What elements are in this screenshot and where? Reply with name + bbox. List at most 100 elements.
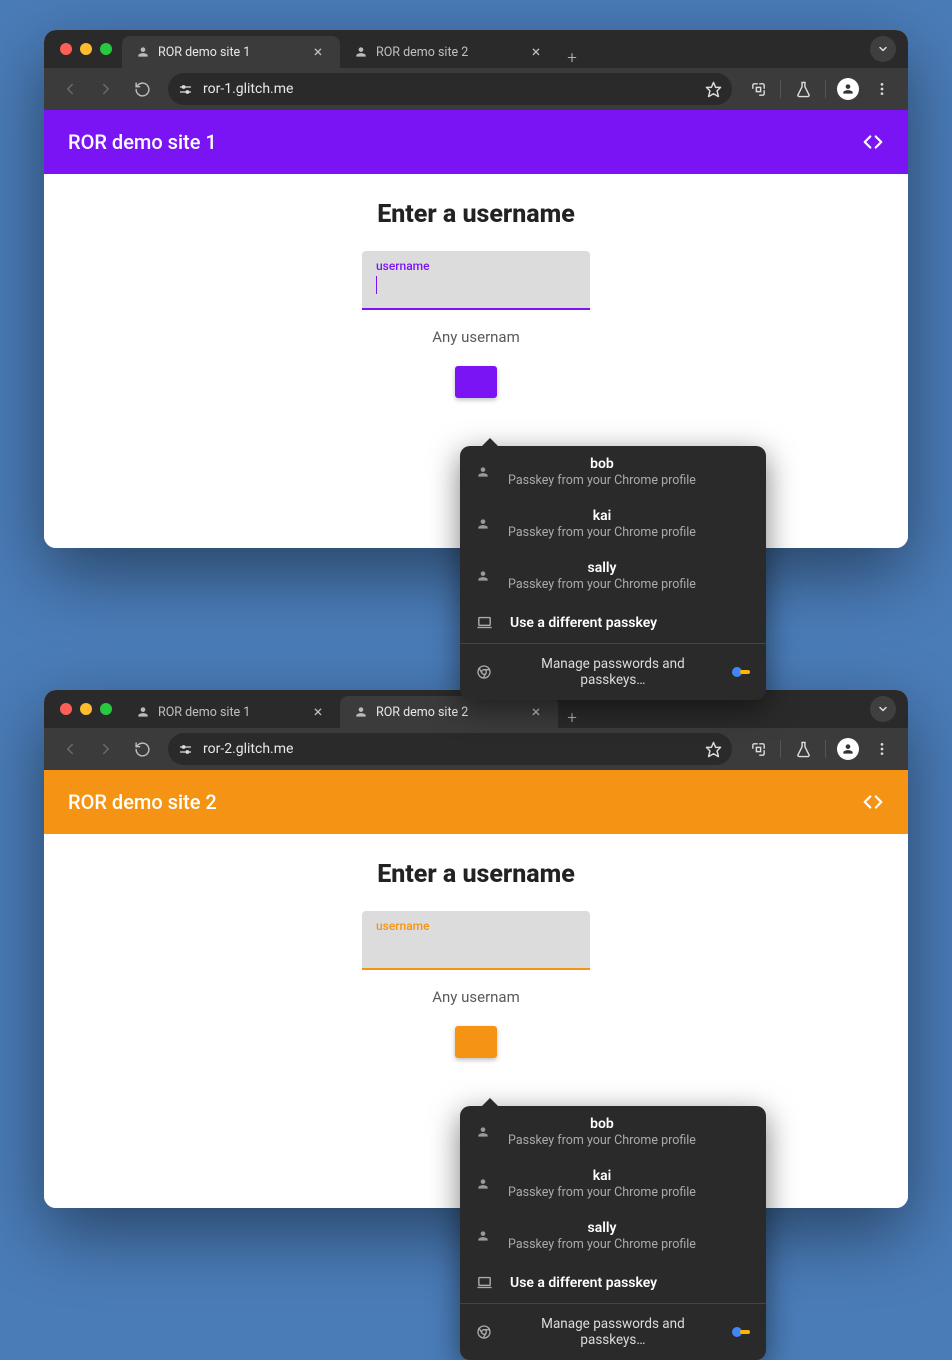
tabs-dropdown-button[interactable] bbox=[870, 696, 896, 722]
username-field[interactable]: username bbox=[362, 251, 590, 310]
person-icon bbox=[476, 1177, 494, 1191]
window-controls bbox=[54, 703, 122, 715]
next-button[interactable] bbox=[455, 366, 497, 398]
browser-window: ROR demo site 1 × ROR demo site 2 × + bbox=[44, 30, 908, 548]
passkey-option[interactable]: sally Passkey from your Chrome profile bbox=[460, 1210, 766, 1262]
window-zoom[interactable] bbox=[100, 703, 112, 715]
tab-title: ROR demo site 2 bbox=[376, 45, 520, 60]
bookmark-icon[interactable] bbox=[705, 741, 722, 758]
passkey-name: kai bbox=[508, 508, 696, 524]
page-heading: Enter a username bbox=[68, 860, 884, 889]
code-icon[interactable] bbox=[862, 131, 884, 153]
bookmark-icon[interactable] bbox=[705, 81, 722, 98]
passkey-source: Passkey from your Chrome profile bbox=[508, 1185, 696, 1200]
passkey-source: Passkey from your Chrome profile bbox=[508, 1237, 696, 1252]
menu-icon[interactable] bbox=[866, 73, 898, 105]
nav-forward-button[interactable] bbox=[90, 73, 122, 105]
passkey-option[interactable]: kai Passkey from your Chrome profile bbox=[460, 1158, 766, 1210]
tabs-dropdown-button[interactable] bbox=[870, 36, 896, 62]
page-heading: Enter a username bbox=[68, 200, 884, 229]
labs-icon[interactable] bbox=[787, 733, 819, 765]
tab-title: ROR demo site 2 bbox=[376, 705, 520, 720]
nav-back-button[interactable] bbox=[54, 73, 86, 105]
tab-close-icon[interactable]: × bbox=[528, 704, 544, 720]
manage-label: Manage passwords and passkeys… bbox=[508, 1316, 718, 1348]
tab-close-icon[interactable]: × bbox=[310, 44, 326, 60]
window-minimize[interactable] bbox=[80, 703, 92, 715]
tab-title: ROR demo site 1 bbox=[158, 705, 302, 720]
tab-favicon-icon bbox=[136, 45, 150, 59]
tab-strip: ROR demo site 1 × ROR demo site 2 × + bbox=[44, 30, 908, 68]
passkey-popup: bob Passkey from your Chrome profile kai… bbox=[460, 1106, 766, 1360]
hint-text: Any usernam bbox=[68, 328, 884, 346]
passkey-name: sally bbox=[508, 1220, 696, 1236]
passkey-option[interactable]: kai Passkey from your Chrome profile bbox=[460, 498, 766, 550]
manage-passwords[interactable]: Manage passwords and passkeys… bbox=[460, 644, 766, 700]
window-close[interactable] bbox=[60, 43, 72, 55]
nav-back-button[interactable] bbox=[54, 733, 86, 765]
browser-window: ROR demo site 1 × ROR demo site 2 × + bbox=[44, 690, 908, 1208]
chrome-icon bbox=[476, 664, 494, 680]
address-bar[interactable]: ror-1.glitch.me bbox=[168, 73, 732, 105]
extensions-icon[interactable] bbox=[742, 733, 774, 765]
window-close[interactable] bbox=[60, 703, 72, 715]
passkey-option[interactable]: bob Passkey from your Chrome profile bbox=[460, 446, 766, 498]
reload-button[interactable] bbox=[126, 733, 158, 765]
passkey-source: Passkey from your Chrome profile bbox=[508, 525, 696, 540]
menu-icon[interactable] bbox=[866, 733, 898, 765]
toolbar: ror-2.glitch.me bbox=[44, 728, 908, 770]
passkey-option[interactable]: sally Passkey from your Chrome profile bbox=[460, 550, 766, 602]
app-title: ROR demo site 1 bbox=[68, 130, 217, 154]
labs-icon[interactable] bbox=[787, 73, 819, 105]
profile-button[interactable] bbox=[832, 73, 864, 105]
use-different-label: Use a different passkey bbox=[510, 1275, 657, 1291]
profile-button[interactable] bbox=[832, 733, 864, 765]
username-input[interactable] bbox=[376, 276, 576, 294]
tab-close-icon[interactable]: × bbox=[528, 44, 544, 60]
extensions-icon[interactable] bbox=[742, 73, 774, 105]
url-text: ror-2.glitch.me bbox=[203, 741, 293, 757]
toolbar: ror-1.glitch.me bbox=[44, 68, 908, 110]
url-text: ror-1.glitch.me bbox=[203, 81, 293, 97]
window-controls bbox=[54, 43, 122, 55]
username-input[interactable] bbox=[376, 936, 576, 954]
use-different-passkey[interactable]: Use a different passkey bbox=[460, 1262, 766, 1303]
passkey-option[interactable]: bob Passkey from your Chrome profile bbox=[460, 1106, 766, 1158]
popup-caret bbox=[482, 1098, 498, 1106]
browser-tab[interactable]: ROR demo site 1 × bbox=[122, 36, 340, 68]
separator bbox=[780, 80, 781, 98]
person-icon bbox=[476, 569, 494, 583]
manage-passwords[interactable]: Manage passwords and passkeys… bbox=[460, 1304, 766, 1360]
address-bar[interactable]: ror-2.glitch.me bbox=[168, 733, 732, 765]
next-button[interactable] bbox=[455, 1026, 497, 1058]
window-zoom[interactable] bbox=[100, 43, 112, 55]
new-tab-button[interactable]: + bbox=[558, 48, 586, 68]
window-minimize[interactable] bbox=[80, 43, 92, 55]
app-header: ROR demo site 2 bbox=[44, 770, 908, 834]
browser-chrome: ROR demo site 1 × ROR demo site 2 × + bbox=[44, 30, 908, 110]
app-title: ROR demo site 2 bbox=[68, 790, 217, 814]
new-tab-button[interactable]: + bbox=[558, 708, 586, 728]
code-icon[interactable] bbox=[862, 791, 884, 813]
username-field[interactable]: username bbox=[362, 911, 590, 970]
browser-tab[interactable]: ROR demo site 1 × bbox=[122, 696, 340, 728]
passkey-source: Passkey from your Chrome profile bbox=[508, 577, 696, 592]
separator bbox=[825, 80, 826, 98]
site-info-icon[interactable] bbox=[178, 82, 193, 97]
passkey-popup: bob Passkey from your Chrome profile kai… bbox=[460, 446, 766, 700]
passkey-name: bob bbox=[508, 1116, 696, 1132]
key-icon bbox=[732, 667, 750, 677]
reload-button[interactable] bbox=[126, 73, 158, 105]
app-body: Enter a username username Any usernam bbox=[44, 834, 908, 1208]
browser-tab[interactable]: ROR demo site 2 × bbox=[340, 36, 558, 68]
person-icon bbox=[476, 517, 494, 531]
input-label: username bbox=[376, 919, 576, 933]
person-icon bbox=[476, 1229, 494, 1243]
site-info-icon[interactable] bbox=[178, 742, 193, 757]
tab-close-icon[interactable]: × bbox=[310, 704, 326, 720]
tab-favicon-icon bbox=[136, 705, 150, 719]
browser-tab[interactable]: ROR demo site 2 × bbox=[340, 696, 558, 728]
chrome-icon bbox=[476, 1324, 494, 1340]
use-different-passkey[interactable]: Use a different passkey bbox=[460, 602, 766, 643]
nav-forward-button[interactable] bbox=[90, 733, 122, 765]
